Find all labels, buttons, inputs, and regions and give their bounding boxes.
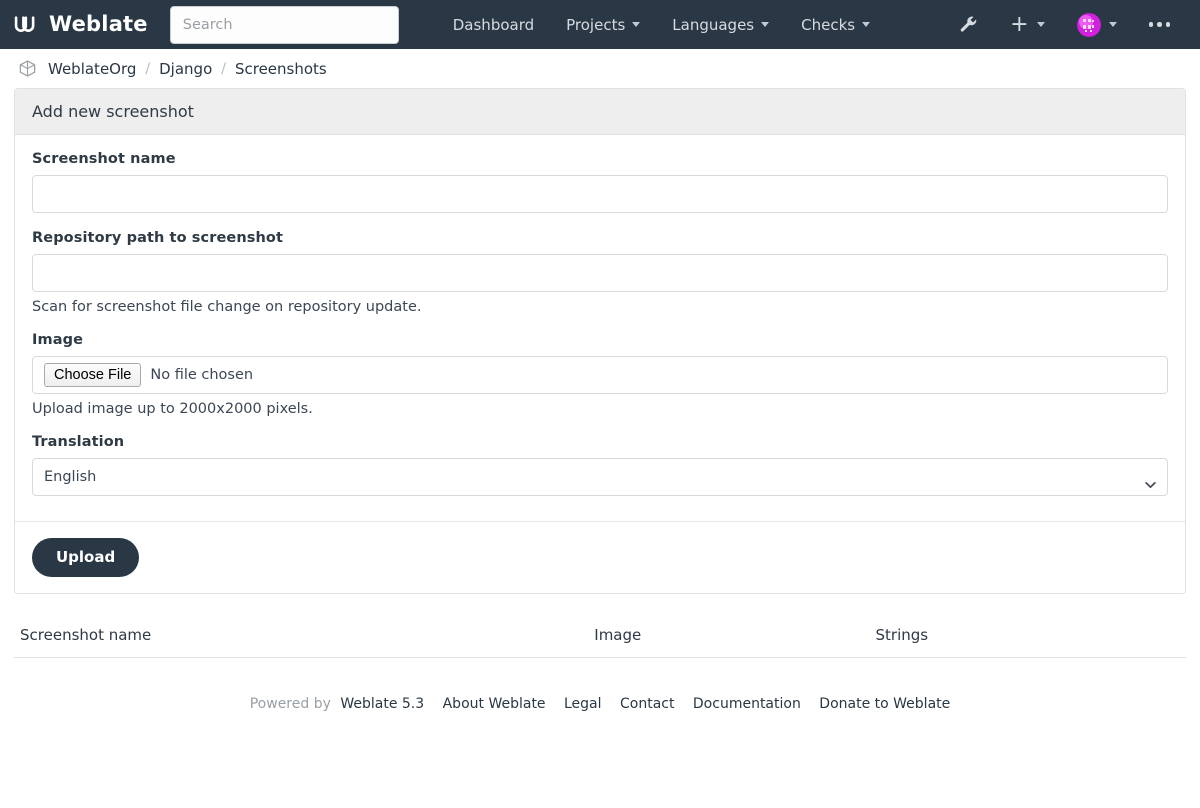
overflow-menu-button[interactable]: [1133, 14, 1187, 35]
footer-link-donate[interactable]: Donate to Weblate: [819, 696, 950, 712]
translation-label: Translation: [32, 434, 1168, 450]
breadcrumb-item-project[interactable]: WeblateOrg: [48, 60, 136, 78]
nav-label: Dashboard: [453, 16, 534, 34]
page-content: Add new screenshot Screenshot name Repos…: [0, 88, 1200, 712]
primary-nav: Dashboard Projects Languages Checks: [437, 8, 886, 42]
breadcrumb-separator: /: [136, 61, 159, 77]
nav-item-checks[interactable]: Checks: [785, 8, 886, 42]
nav-item-projects[interactable]: Projects: [550, 8, 656, 42]
footer-link-about[interactable]: About Weblate: [443, 696, 546, 712]
nav-label: Checks: [801, 16, 855, 34]
user-menu-button[interactable]: [1061, 5, 1133, 45]
footer-link-contact[interactable]: Contact: [620, 696, 674, 712]
image-file-input[interactable]: Choose File No file chosen: [32, 356, 1168, 394]
wrench-icon: [959, 15, 978, 34]
screenshot-name-label: Screenshot name: [32, 151, 1168, 167]
breadcrumb: WeblateOrg / Django / Screenshots: [0, 49, 1200, 88]
brand-home-link[interactable]: Weblate: [12, 12, 148, 38]
powered-by-label: Powered by: [250, 696, 331, 712]
panel-footer: Upload: [15, 521, 1185, 593]
image-label: Image: [32, 332, 1168, 348]
footer-link-legal[interactable]: Legal: [564, 696, 602, 712]
add-button[interactable]: +: [994, 8, 1060, 42]
choose-file-button[interactable]: Choose File: [44, 363, 141, 388]
add-screenshot-panel: Add new screenshot Screenshot name Repos…: [14, 88, 1186, 594]
weblate-logo-icon: [12, 12, 38, 38]
breadcrumb-item-current: Screenshots: [235, 60, 327, 78]
brand-name: Weblate: [49, 14, 148, 35]
upload-button[interactable]: Upload: [32, 538, 139, 577]
chevron-down-icon: [761, 22, 769, 27]
navbar-right-actions: +: [943, 5, 1186, 45]
field-screenshot-name: Screenshot name: [32, 151, 1168, 213]
chevron-down-icon: [1109, 22, 1117, 27]
repository-path-label: Repository path to screenshot: [32, 230, 1168, 246]
ellipsis-icon: [1149, 22, 1171, 27]
repository-path-input[interactable]: [32, 254, 1168, 292]
screenshots-table-wrapper: Screenshot name Image Strings: [14, 594, 1186, 658]
column-header-image: Image: [588, 616, 869, 658]
tools-button[interactable]: [943, 7, 994, 42]
table-header-row: Screenshot name Image Strings: [14, 616, 1186, 658]
field-repository-path: Repository path to screenshot Scan for s…: [32, 230, 1168, 315]
top-navbar: Weblate Dashboard Projects Languages Che…: [0, 0, 1200, 49]
file-status-text: No file chosen: [150, 367, 253, 383]
nav-label: Languages: [672, 16, 754, 34]
page-footer: Powered by Weblate 5.3 About Weblate Leg…: [14, 658, 1186, 712]
nav-item-languages[interactable]: Languages: [656, 8, 785, 42]
translation-select[interactable]: English: [32, 458, 1168, 496]
screenshots-table: Screenshot name Image Strings: [14, 616, 1186, 658]
footer-link-version[interactable]: Weblate 5.3: [340, 696, 424, 712]
field-image: Image Choose File No file chosen Upload …: [32, 332, 1168, 417]
breadcrumb-separator: /: [212, 61, 235, 77]
image-help: Upload image up to 2000x2000 pixels.: [32, 401, 1168, 417]
nav-label: Projects: [566, 16, 625, 34]
add-screenshot-form: Screenshot name Repository path to scree…: [15, 135, 1185, 521]
column-header-strings: Strings: [870, 616, 1186, 658]
chevron-down-icon: [1037, 22, 1045, 27]
column-header-screenshot-name: Screenshot name: [14, 616, 588, 658]
plus-icon: +: [1010, 16, 1028, 34]
chevron-down-icon: [632, 22, 640, 27]
field-translation: Translation English: [32, 434, 1168, 496]
breadcrumb-item-component[interactable]: Django: [159, 60, 212, 78]
panel-title: Add new screenshot: [15, 89, 1185, 135]
nav-item-dashboard[interactable]: Dashboard: [437, 8, 550, 42]
footer-link-documentation[interactable]: Documentation: [693, 696, 801, 712]
chevron-down-icon: [862, 22, 870, 27]
user-avatar-icon: [1077, 13, 1101, 37]
cube-icon: [18, 59, 48, 78]
search-input[interactable]: [170, 6, 399, 44]
screenshot-name-input[interactable]: [32, 175, 1168, 213]
repository-path-help: Scan for screenshot file change on repos…: [32, 299, 1168, 315]
